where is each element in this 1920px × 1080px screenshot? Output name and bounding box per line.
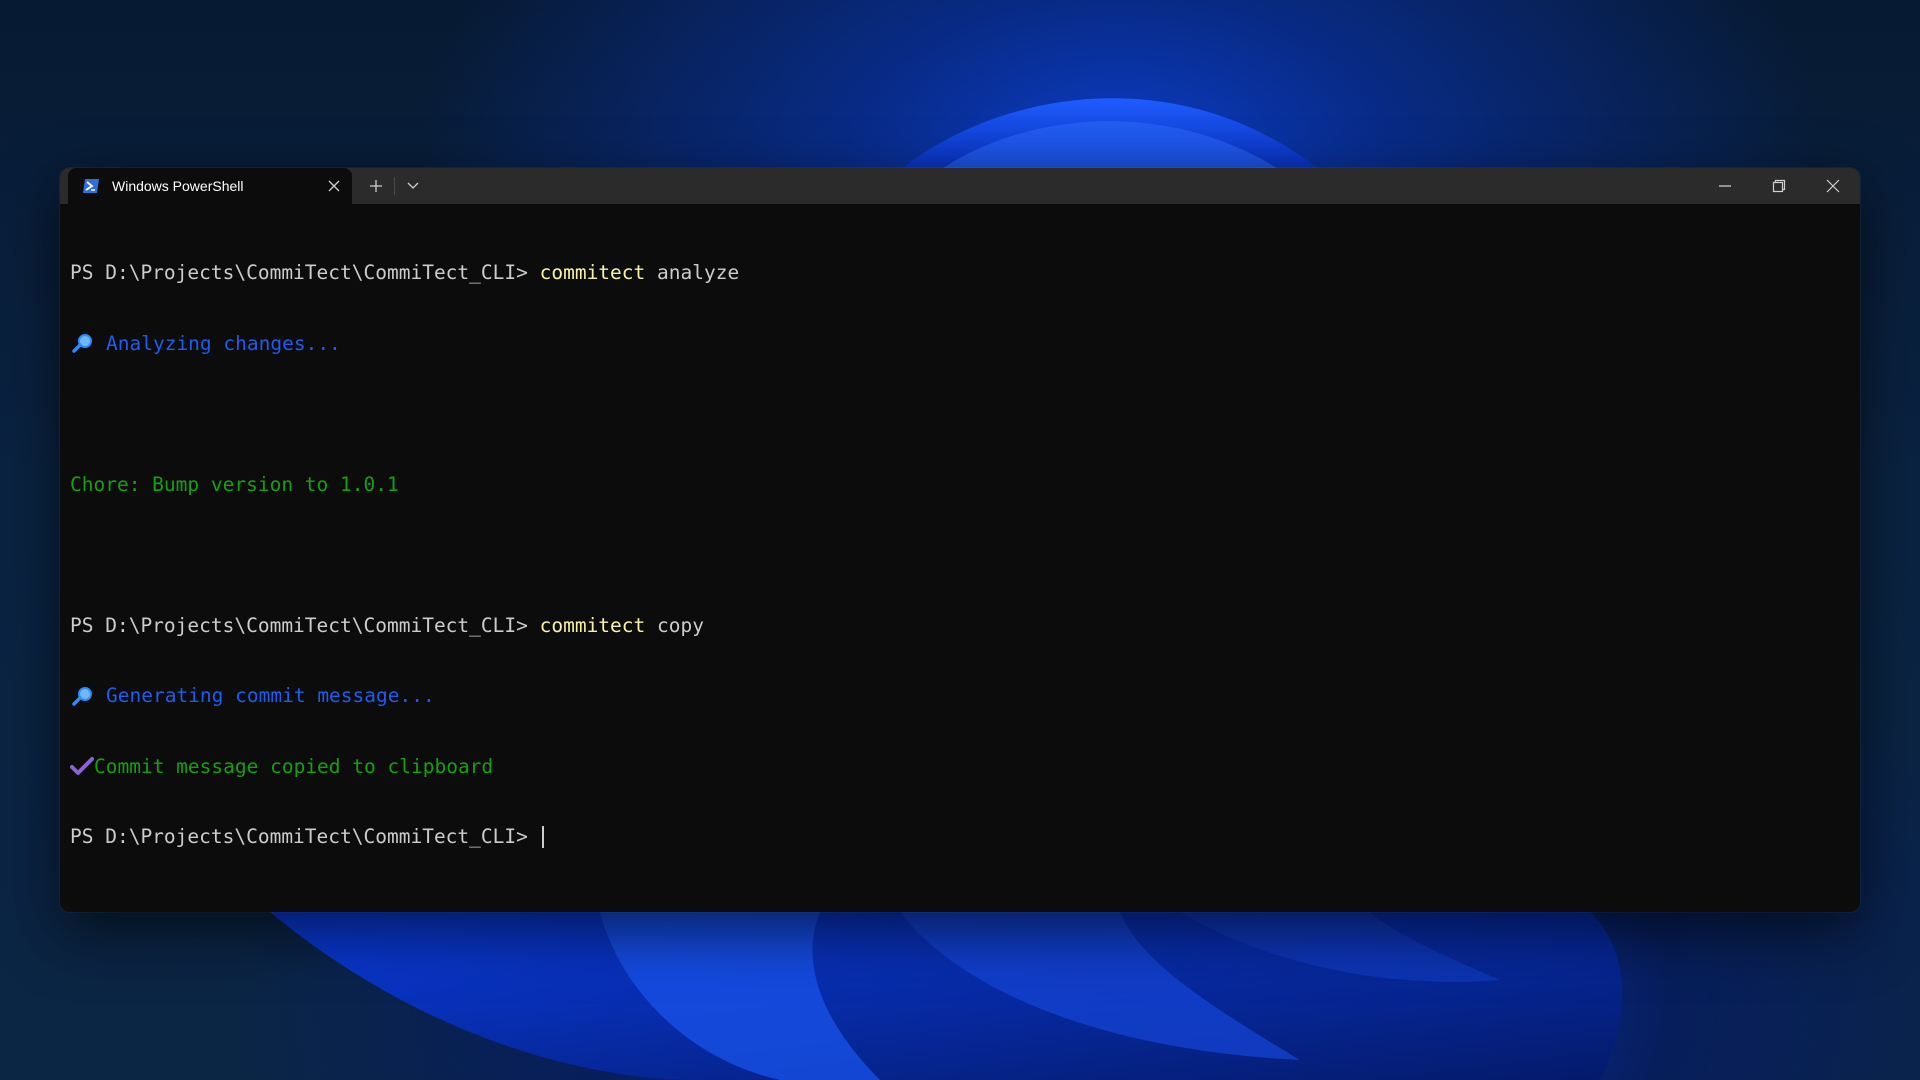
status-text: Analyzing changes...	[106, 331, 341, 355]
close-window-button[interactable]	[1806, 168, 1860, 204]
terminal-window: Windows PowerShell PS D:\Projects\CommiT…	[60, 168, 1860, 912]
tab-title: Windows PowerShell	[112, 178, 244, 194]
prompt-text: PS D:\Projects\CommiTect\CommiTect_CLI>	[70, 261, 540, 284]
close-icon	[1826, 179, 1840, 193]
close-icon	[328, 180, 340, 192]
new-tab-button[interactable]	[358, 171, 394, 201]
prompt-text: PS D:\Projects\CommiTect\CommiTect_CLI>	[70, 613, 540, 637]
magnifier-icon	[72, 334, 92, 353]
status-text: Generating commit message...	[106, 684, 435, 707]
restore-button[interactable]	[1752, 168, 1806, 204]
commit-message-output: Chore: Bump version to 1.0.1	[70, 472, 399, 496]
text-cursor	[541, 825, 544, 848]
tab-close-button[interactable]	[316, 172, 352, 200]
console-output[interactable]: PS D:\Projects\CommiTect\CommiTect_CLI> …	[60, 204, 1860, 896]
magnifier-icon	[72, 686, 92, 706]
console-line: Chore: Bump version to 1.0.1	[70, 473, 1860, 497]
tab-dropdown-button[interactable]	[395, 171, 431, 201]
console-line: PS D:\Projects\CommiTect\CommiTect_CLI> …	[70, 261, 1860, 285]
console-line: PS D:\Projects\CommiTect\CommiTect_CLI>	[70, 825, 1860, 849]
title-bar[interactable]: Windows PowerShell	[60, 168, 1860, 204]
command-argument: copy	[645, 613, 704, 637]
checkmark-icon	[70, 757, 94, 776]
console-line: PS D:\Projects\CommiTect\CommiTect_CLI> …	[70, 614, 1860, 638]
chevron-down-icon	[407, 182, 419, 189]
minimize-icon	[1719, 185, 1731, 187]
command-name: commitect	[539, 613, 646, 637]
command-argument: analyze	[645, 261, 740, 284]
prompt-text: PS D:\Projects\CommiTect\CommiTect_CLI>	[70, 825, 540, 848]
tab-windows-powershell[interactable]: Windows PowerShell	[68, 168, 352, 204]
console-line: Generating commit message...	[70, 684, 1860, 708]
powershell-icon	[83, 179, 99, 193]
plus-icon	[370, 180, 382, 192]
command-name: commitect	[539, 261, 646, 284]
console-line: Analyzing changes...	[70, 332, 1860, 356]
minimize-button[interactable]	[1698, 168, 1752, 204]
console-line: Commit message copied to clipboard	[70, 755, 1860, 779]
success-text: Commit message copied to clipboard	[94, 754, 494, 778]
restore-icon	[1772, 179, 1786, 193]
